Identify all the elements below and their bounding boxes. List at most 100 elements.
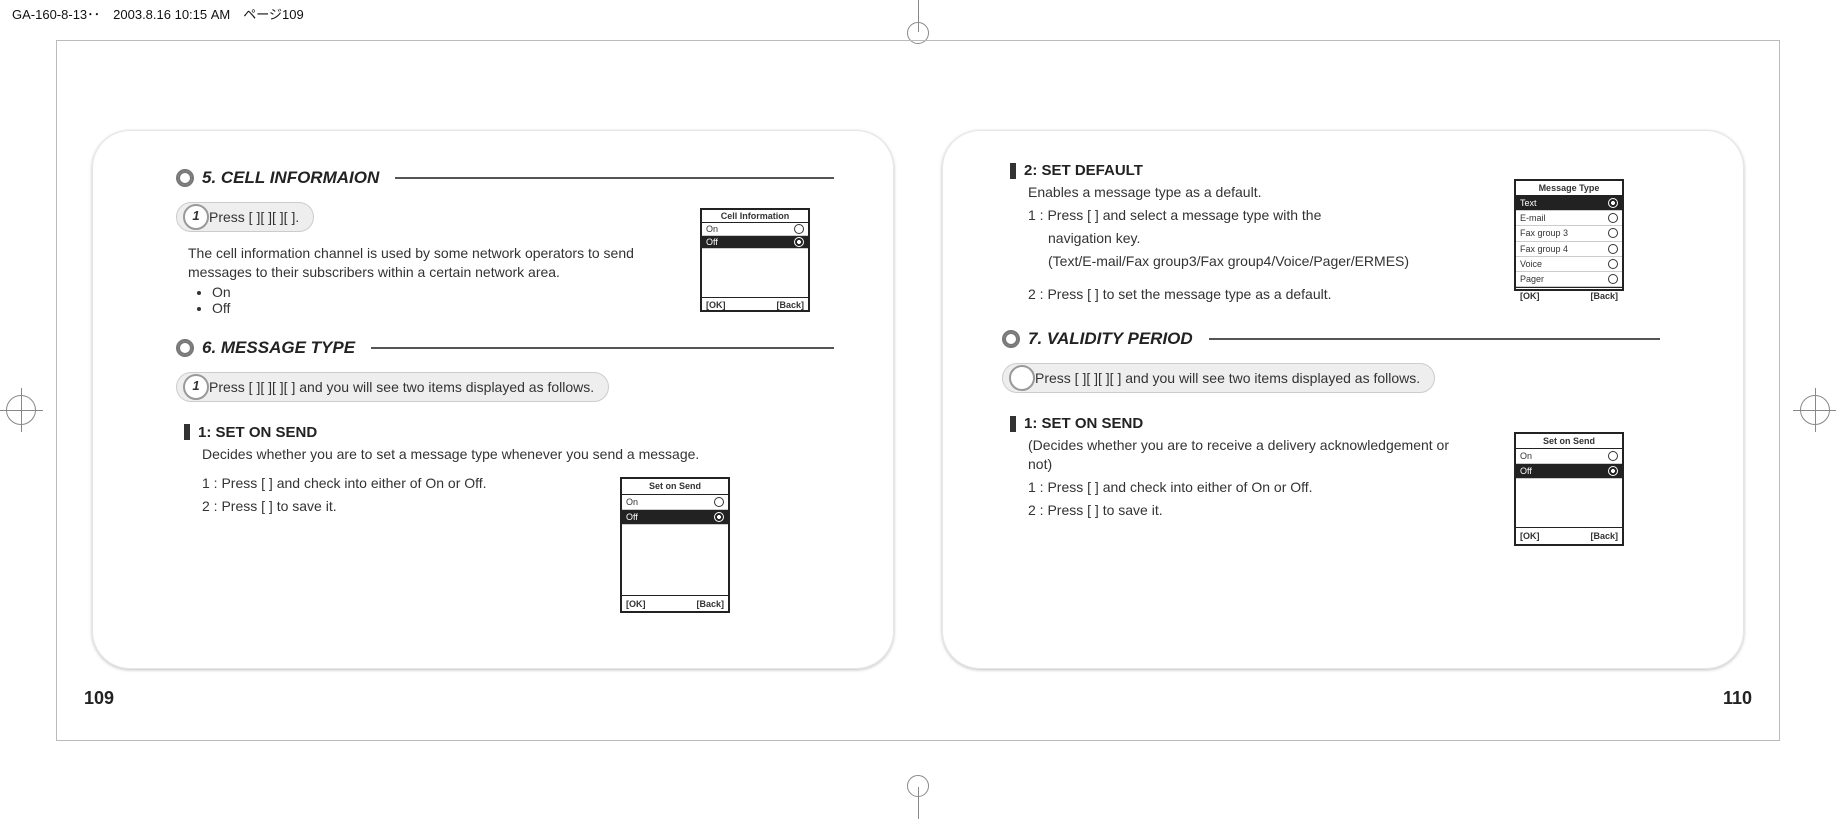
screen-message-type: Message Type Text E-mail Fax group 3 Fax… — [1514, 179, 1624, 291]
section-5-step-text: Press [ ][ ][ ][ ]. — [209, 209, 299, 225]
radio-icon — [794, 237, 804, 247]
bar-icon — [1010, 416, 1016, 432]
screen-sos2-footer: [OK] [Back] — [1516, 527, 1622, 544]
screen-msg-row1: Text — [1516, 196, 1622, 211]
bar-icon — [184, 424, 190, 440]
screen-sos2-ok: [OK] — [1520, 530, 1540, 542]
screen-msg-email: E-mail — [1520, 212, 1546, 224]
radio-selected-icon — [714, 512, 724, 522]
radio-icon — [1608, 274, 1618, 284]
spread: 109 5. CELL INFORMAION 1 Press [ ][ ][ ]… — [92, 130, 1744, 669]
set-default-header: 2: SET DEFAULT — [1010, 162, 1660, 179]
registration-right-icon — [1800, 395, 1830, 425]
section-6-sub1-title: 1: SET ON SEND — [198, 424, 317, 441]
radio-icon — [714, 497, 724, 507]
radio-selected-icon — [1608, 466, 1618, 476]
screen-sos2-title: Set on Send — [1516, 434, 1622, 449]
screen-sos-off: Off — [626, 511, 638, 523]
section-7-step-text: Press [ ][ ][ ][ ] and you will see two … — [1035, 370, 1420, 386]
screen-sos-on: On — [626, 496, 638, 508]
radio-icon — [1608, 213, 1618, 223]
screen-msg-text: Text — [1520, 197, 1537, 209]
radio-icon — [1608, 244, 1618, 254]
bar-icon — [1010, 163, 1016, 179]
screen-cell-ok: [OK] — [706, 300, 726, 310]
section-5-body: The cell information channel is used by … — [188, 244, 688, 282]
section-7-sub1-body: (Decides whether you are to receive a de… — [1028, 436, 1458, 474]
section-7-row1: 1 : Press [ ] and check into either of O… — [1028, 478, 1458, 497]
screen-msg-row3: Fax group 3 — [1516, 226, 1622, 241]
screen-cell-information: Cell Information On Off [OK] [Back] — [700, 208, 810, 312]
print-mark: GA-160-8-13･･ 2003.8.16 10:15 AM ページ109 — [12, 4, 304, 23]
page-root: GA-160-8-13･･ 2003.8.16 10:15 AM ページ109 … — [0, 0, 1836, 819]
registration-left-icon — [6, 395, 36, 425]
screen-sos2-off: Off — [1520, 465, 1532, 477]
radio-icon — [1608, 259, 1618, 269]
screen-cell-title: Cell Information — [702, 210, 808, 223]
screen-msg-row4: Fax group 4 — [1516, 242, 1622, 257]
screen-sos-row-on: On — [622, 495, 728, 510]
step-number-blank — [1009, 365, 1035, 391]
screen-msg-pager: Pager — [1520, 273, 1544, 285]
step-number-1: 1 — [183, 204, 209, 230]
screen-msg-back: [Back] — [1590, 290, 1618, 302]
section-6-step: 1 Press [ ][ ][ ][ ] and you will see tw… — [176, 372, 609, 402]
section-6-sub1-body: Decides whether you are to set a message… — [202, 445, 722, 464]
screen-sos-ok: [OK] — [626, 598, 646, 610]
screen-msg-row6: Pager — [1516, 272, 1622, 287]
screen-sos2-on: On — [1520, 450, 1532, 462]
screen-cell-off: Off — [706, 237, 718, 247]
page-number-right: 110 — [1723, 688, 1752, 709]
section-6-rule — [371, 347, 834, 349]
section-6-title: 6. MESSAGE TYPE — [202, 338, 355, 358]
page-right: 110 2: SET DEFAULT Enables a message typ… — [942, 130, 1744, 669]
section-5-step: 1 Press [ ][ ][ ][ ]. — [176, 202, 314, 232]
radio-icon — [794, 224, 804, 234]
screen-sos2-row-on: On — [1516, 449, 1622, 464]
screen-msg-row5: Voice — [1516, 257, 1622, 272]
section-7-step: Press [ ][ ][ ][ ] and you will see two … — [1002, 363, 1435, 393]
set-default-title: 2: SET DEFAULT — [1024, 162, 1143, 179]
screen-cell-footer: [OK] [Back] — [702, 297, 808, 312]
screen-sos-footer: [OK] [Back] — [622, 595, 728, 612]
radio-icon — [1608, 451, 1618, 461]
screen-set-on-send-right: Set on Send On Off [OK] [Back] — [1514, 432, 1624, 546]
section-7-title: 7. VALIDITY PERIOD — [1028, 329, 1193, 349]
set-default-row1b: navigation key. — [1048, 229, 1458, 248]
screen-cell-back: [Back] — [776, 300, 804, 310]
screen-sos-title: Set on Send — [622, 479, 728, 494]
set-default-row2: 2 : Press [ ] to set the message type as… — [1028, 285, 1458, 304]
section-7-sub1-header: 1: SET ON SEND — [1010, 415, 1660, 432]
step-number-1: 1 — [183, 374, 209, 400]
set-default-body: Enables a message type as a default. — [1028, 183, 1458, 202]
screen-msg-row2: E-mail — [1516, 211, 1622, 226]
screen-msg-ok: [OK] — [1520, 290, 1540, 302]
radio-icon — [1608, 228, 1618, 238]
section-5-header: 5. CELL INFORMAION — [176, 168, 834, 188]
screen-sos-back: [Back] — [696, 598, 724, 610]
screen-msg-voice: Voice — [1520, 258, 1542, 270]
screen-sos2-back: [Back] — [1590, 530, 1618, 542]
screen-sos2-row-off: Off — [1516, 464, 1622, 479]
set-default-row1a: 1 : Press [ ] and select a message type … — [1028, 206, 1458, 225]
bullet-ring-icon — [176, 169, 194, 187]
section-6-step-text: Press [ ][ ][ ][ ] and you will see two … — [209, 379, 594, 395]
bullet-ring-icon — [176, 339, 194, 357]
screen-msg-fax4: Fax group 4 — [1520, 243, 1568, 255]
section-7-header: 7. VALIDITY PERIOD — [1002, 329, 1660, 349]
section-5-title: 5. CELL INFORMAION — [202, 168, 379, 188]
page-left: 109 5. CELL INFORMAION 1 Press [ ][ ][ ]… — [92, 130, 894, 669]
radio-selected-icon — [1608, 198, 1618, 208]
screen-cell-on: On — [706, 224, 718, 234]
page-number-left: 109 — [84, 688, 114, 709]
screen-cell-row-off: Off — [702, 236, 808, 249]
section-6-header: 6. MESSAGE TYPE — [176, 338, 834, 358]
screen-cell-row-on: On — [702, 223, 808, 236]
section-5-rule — [395, 177, 834, 179]
set-default-row1c: (Text/E-mail/Fax group3/Fax group4/Voice… — [1048, 252, 1458, 271]
screen-sos-row-off: Off — [622, 510, 728, 525]
section-6-sub1-header: 1: SET ON SEND — [184, 424, 834, 441]
screen-msg-footer: [OK] [Back] — [1516, 287, 1622, 304]
section-7-row2: 2 : Press [ ] to save it. — [1028, 501, 1458, 520]
crop-circle-bottom — [907, 775, 929, 797]
